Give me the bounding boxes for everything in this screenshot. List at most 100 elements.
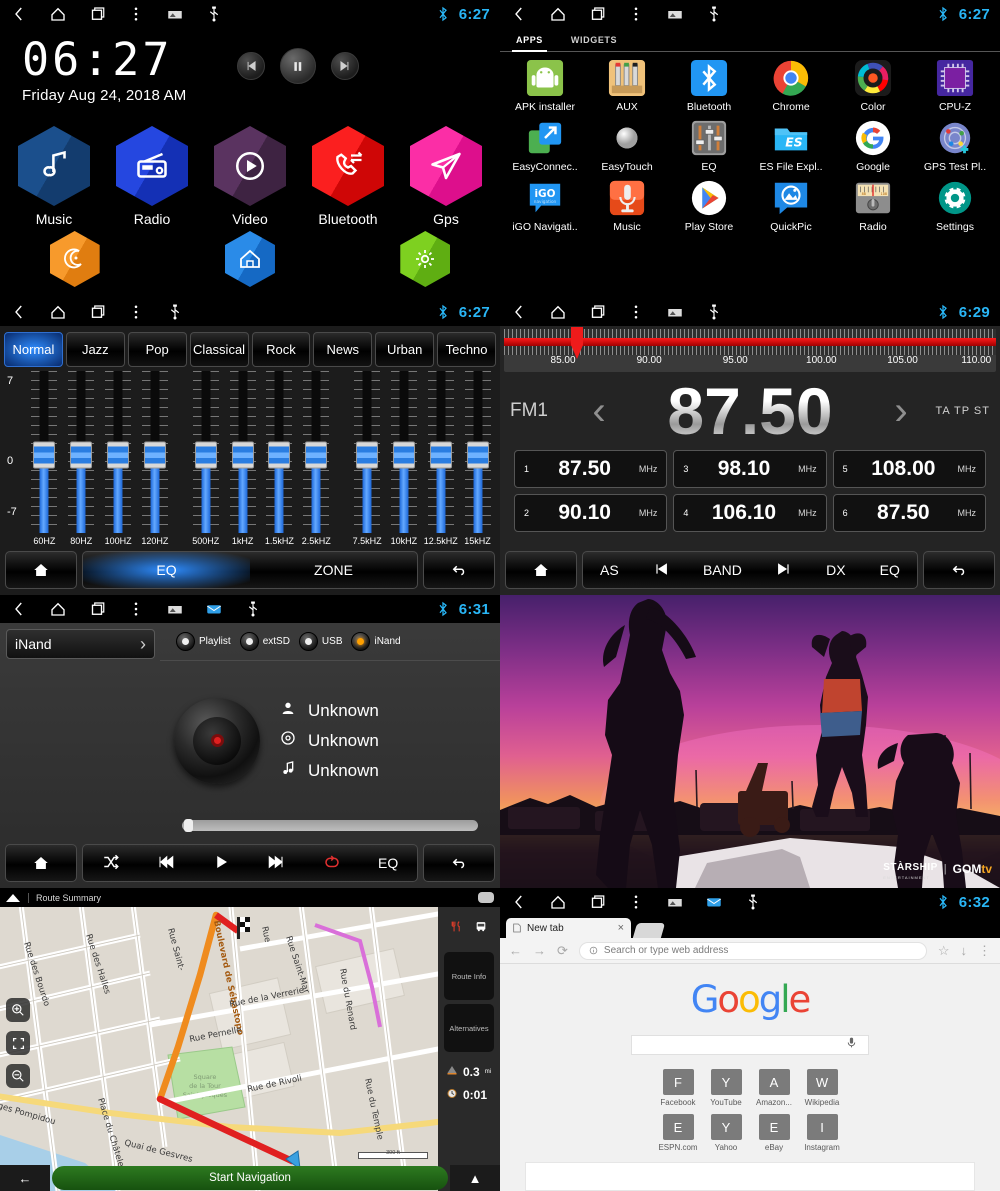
overflow-icon[interactable] (627, 303, 645, 321)
app-color[interactable]: Color (832, 59, 914, 113)
eq-slider-knob[interactable] (429, 441, 452, 469)
eq-preset-normal[interactable]: Normal (4, 332, 63, 367)
eq-band-15khz[interactable]: 15kHZ (459, 371, 496, 546)
eq-slider-knob[interactable] (305, 441, 328, 469)
home-tile-radio[interactable]: Radio (114, 126, 190, 227)
eq-preset-rock[interactable]: Rock (251, 332, 311, 367)
radio-preset-6[interactable]: 6 87.50 MHz (832, 494, 986, 532)
screenshot-icon[interactable] (666, 893, 684, 911)
eq-band-500hz[interactable]: 500HZ (187, 371, 224, 546)
next-station-icon[interactable] (776, 561, 792, 580)
next-icon[interactable] (267, 853, 285, 874)
home-icon[interactable] (549, 303, 567, 321)
home-icon[interactable] (49, 600, 67, 618)
eq-slider[interactable] (427, 371, 454, 533)
download-icon[interactable]: ↓ (961, 943, 968, 958)
article-card[interactable] (525, 1162, 975, 1191)
play-icon[interactable] (212, 853, 230, 874)
home-icon[interactable] (549, 5, 567, 23)
eq-slider[interactable] (464, 371, 491, 533)
overflow-icon[interactable] (627, 5, 645, 23)
shortcut-yahoo[interactable]: Y Yahoo (703, 1114, 749, 1152)
message-icon[interactable] (205, 600, 223, 618)
eq-slider-knob[interactable] (392, 441, 415, 469)
radio-preset-1[interactable]: 1 87.50 MHz (514, 450, 668, 488)
eq-preset-news[interactable]: News (313, 332, 373, 367)
eq-slider-knob[interactable] (107, 441, 130, 469)
home-tile-video[interactable]: Video (212, 126, 288, 227)
back-icon[interactable] (510, 303, 528, 321)
back-button[interactable] (923, 551, 995, 589)
usb-icon[interactable] (744, 893, 762, 911)
home-button[interactable] (5, 551, 77, 589)
eq-slider[interactable] (68, 371, 95, 533)
shortcut-facebook[interactable]: F Facebook (655, 1069, 701, 1107)
back-icon[interactable] (510, 893, 528, 911)
eq-preset-urban[interactable]: Urban (375, 332, 435, 367)
eq-button[interactable]: EQ (880, 562, 900, 578)
radio-dial[interactable]: 85.00 90.00 95.00 100.00 105.00 110.00 (504, 327, 996, 372)
eq-band-12-5khz[interactable]: 12.5kHZ (422, 371, 459, 546)
eq-slider[interactable] (354, 371, 381, 533)
eq-band-80hz[interactable]: 80HZ (63, 371, 100, 546)
screenshot-icon[interactable] (666, 303, 684, 321)
screenshot-icon[interactable] (166, 600, 184, 618)
seek-bar[interactable] (182, 819, 478, 832)
eq-slider[interactable] (303, 371, 330, 533)
radio-preset-4[interactable]: 4 106.10 MHz (673, 494, 827, 532)
overflow-icon[interactable] (127, 303, 145, 321)
eq-slider-knob[interactable] (268, 441, 291, 469)
home-icon[interactable] (49, 5, 67, 23)
previous-station-icon[interactable] (653, 561, 669, 580)
eq-preset-pop[interactable]: Pop (127, 332, 187, 367)
home-button[interactable] (505, 551, 577, 589)
source-usb[interactable]: USB (298, 632, 342, 651)
eq-preset-techno[interactable]: Techno (437, 332, 496, 367)
source-selector[interactable]: iNand › (6, 629, 155, 659)
back-icon[interactable] (10, 303, 28, 321)
home-button[interactable] (5, 844, 77, 882)
app-gps-test-plus[interactable]: GPS Test Pl.. (914, 119, 996, 173)
route-info-button[interactable]: Route Info (444, 952, 494, 1000)
eq-band-10khz[interactable]: 10kHZ (385, 371, 422, 546)
eq-band-1khz[interactable]: 1kHZ (224, 371, 261, 546)
back-arrow-icon[interactable]: ← (509, 943, 522, 958)
eq-slider-knob[interactable] (194, 441, 217, 469)
map-canvas[interactable]: Square de la Tour Saint-Jacques Rue des … (0, 907, 500, 1191)
tune-down-button[interactable]: ‹ (578, 391, 620, 431)
shortcut-amazon[interactable]: A Amazon... (751, 1069, 797, 1107)
usb-icon[interactable] (705, 5, 723, 23)
speech-bubble-icon[interactable] (478, 892, 494, 903)
eq-slider[interactable] (266, 371, 293, 533)
shuffle-icon[interactable] (102, 853, 120, 874)
moon-icon[interactable] (49, 231, 100, 287)
zoom-out-icon[interactable] (6, 1064, 30, 1088)
eq-band-60hz[interactable]: 60HZ (26, 371, 63, 546)
seek-thumb[interactable] (184, 819, 193, 832)
eq-preset-classical[interactable]: Classical (189, 332, 249, 367)
app-google[interactable]: Google (832, 119, 914, 173)
back-icon[interactable] (510, 5, 528, 23)
app-chrome[interactable]: Chrome (750, 59, 832, 113)
app-es-file-explorer[interactable]: ES ES File Expl.. (750, 119, 832, 173)
omnibox[interactable]: Search or type web address (578, 941, 927, 960)
dx-button[interactable]: DX (826, 562, 845, 578)
repeat-icon[interactable] (323, 853, 341, 874)
eq-preset-jazz[interactable]: Jazz (65, 332, 125, 367)
app-settings[interactable]: Settings (914, 179, 996, 233)
zoom-in-icon[interactable] (6, 998, 30, 1022)
eq-slider[interactable] (390, 371, 417, 533)
eq-slider[interactable] (141, 371, 168, 533)
auto-scan-button[interactable]: AS (600, 562, 619, 578)
eq-slider[interactable] (192, 371, 219, 533)
recents-icon[interactable] (588, 893, 606, 911)
band-button[interactable]: BAND (703, 562, 742, 578)
home-tile-gps[interactable]: Gps (408, 126, 484, 227)
eq-slider[interactable] (229, 371, 256, 533)
home-icon[interactable] (49, 303, 67, 321)
recents-icon[interactable] (88, 600, 106, 618)
close-icon[interactable]: × (618, 922, 624, 934)
message-icon[interactable] (705, 893, 723, 911)
recents-icon[interactable] (88, 303, 106, 321)
eq-slider-knob[interactable] (231, 441, 254, 469)
